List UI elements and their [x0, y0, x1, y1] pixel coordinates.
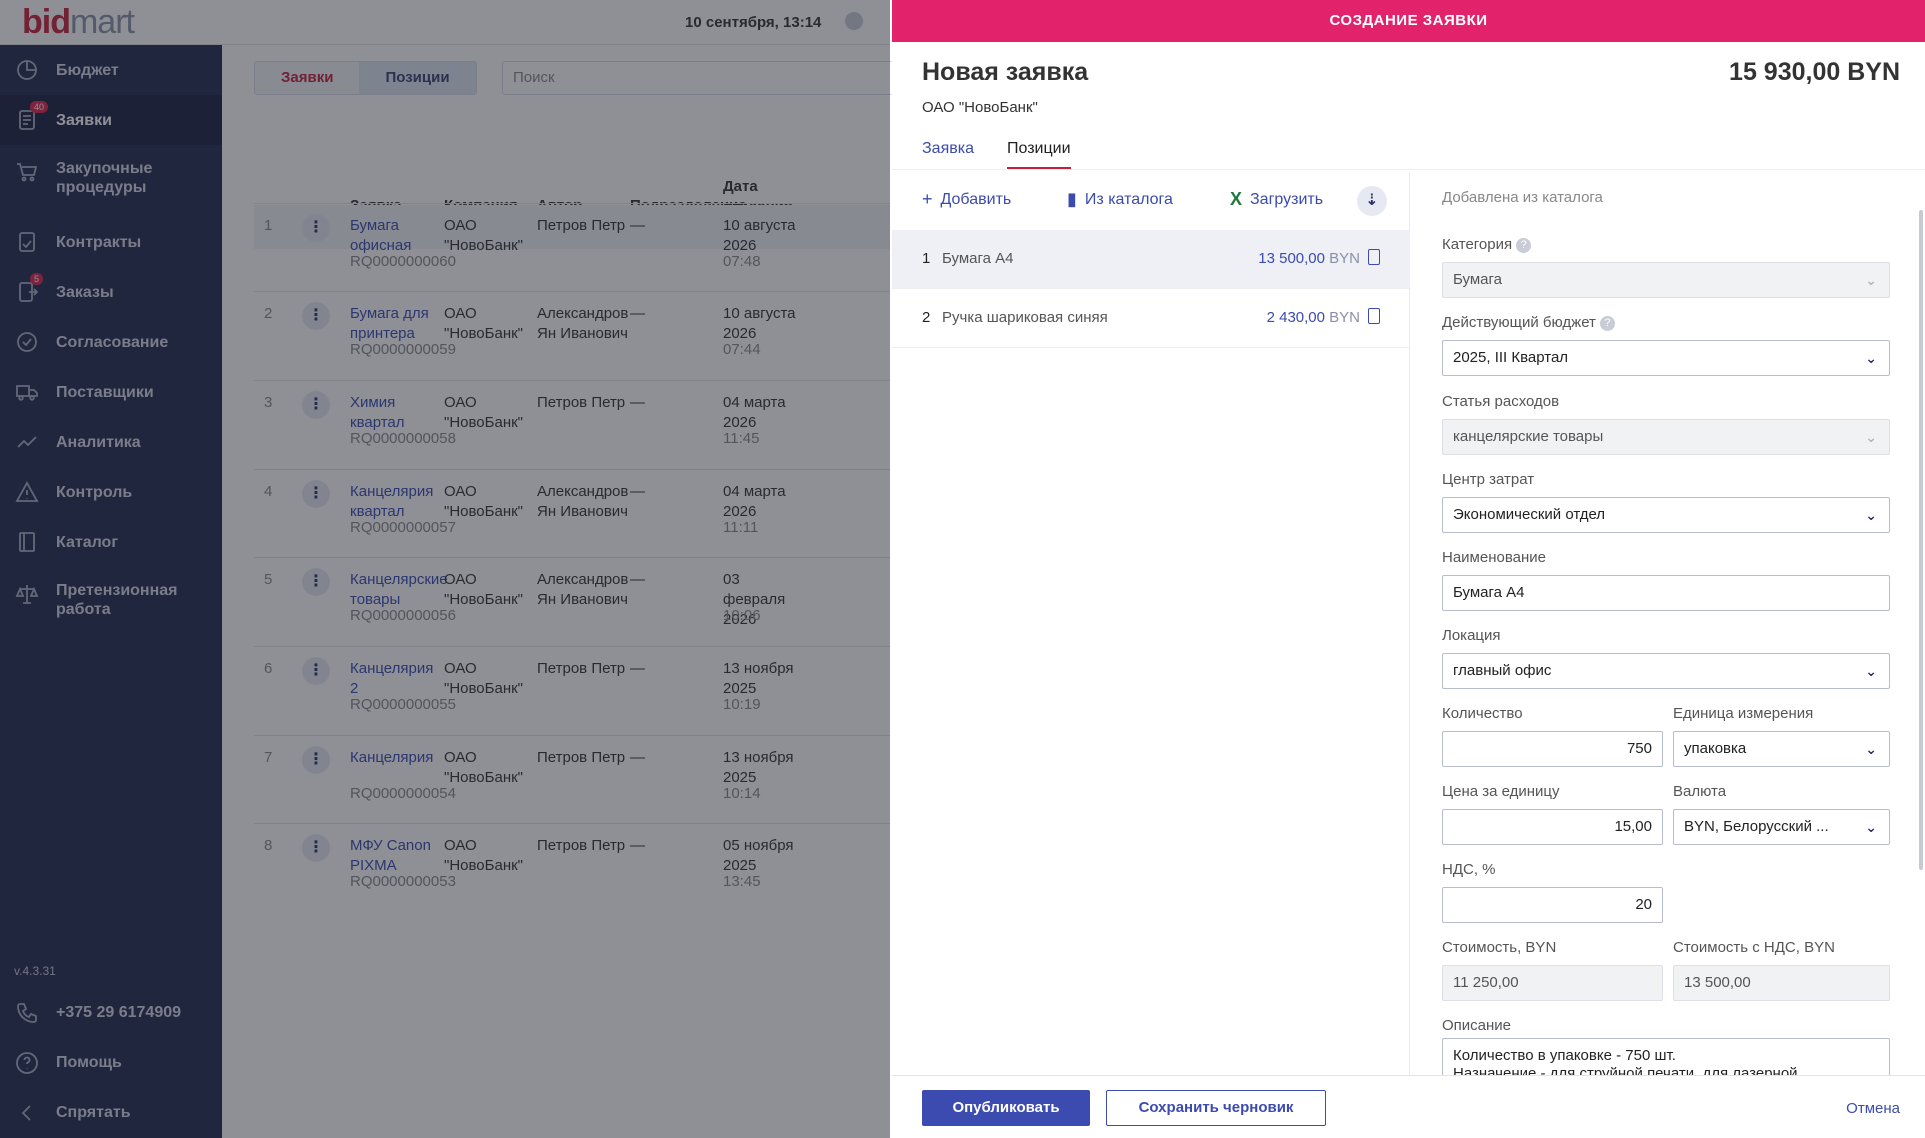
plus-icon: + [922, 189, 933, 209]
expense-select: канцелярские товары ⌄ [1442, 419, 1890, 455]
cost-label: Стоимость, BYN [1442, 939, 1557, 956]
request-title: Новая заявка [922, 58, 1089, 86]
cost-center-label: Центр затрат [1442, 471, 1535, 488]
chevron-down-icon: ⌄ [1865, 663, 1877, 679]
copy-icon[interactable] [1368, 249, 1380, 265]
cost-output: 11 250,00 [1442, 965, 1663, 1001]
budget-select[interactable]: 2025, III Квартал ⌄ [1442, 340, 1890, 376]
cancel-button[interactable]: Отмена [1846, 1100, 1900, 1117]
tab-positions-active[interactable]: Позиции [1007, 140, 1071, 169]
position-item[interactable]: 2 Ручка шариковая синяя 2 430,00 BYN [892, 289, 1410, 348]
drawer-tabs: Заявка Позиции [892, 130, 1925, 170]
chevron-down-icon: ⌄ [1865, 819, 1877, 835]
position-number: 2 [922, 309, 931, 326]
chevron-down-icon: ⌄ [1865, 350, 1877, 366]
price-input[interactable]: 15,00 [1442, 809, 1663, 845]
drawer-footer: Опубликовать Сохранить черновик Отмена [892, 1075, 1925, 1138]
description-textarea[interactable]: Количество в упаковке - 750 шт. Назначен… [1442, 1038, 1890, 1075]
download-icon[interactable]: ⇣ [1357, 186, 1387, 216]
chevron-down-icon: ⌄ [1865, 429, 1877, 445]
publish-button[interactable]: Опубликовать [922, 1090, 1090, 1126]
qty-input[interactable]: 750 [1442, 731, 1663, 767]
request-company: ОАО "НовоБанк" [922, 99, 1038, 116]
copy-icon[interactable] [1368, 308, 1380, 324]
position-form: Добавлена из каталога Категория? Бумага ⌄… [1442, 172, 1902, 1075]
cost-vat-label: Стоимость с НДС, BYN [1673, 939, 1835, 956]
name-label: Наименование [1442, 549, 1546, 566]
positions-panel: + Добавить ▮ Из каталога X Загрузить ⇣ 1 Бум… [892, 172, 1410, 1075]
position-name: Бумага А4 [942, 250, 1014, 267]
vat-label: НДС, % [1442, 861, 1496, 878]
currency-select[interactable]: BYN, Белорусский ... ⌄ [1673, 809, 1890, 845]
cost-vat-output: 13 500,00 [1673, 965, 1890, 1001]
name-input[interactable]: Бумага А4 [1442, 575, 1890, 611]
position-number: 1 [922, 250, 931, 267]
create-request-drawer: СОЗДАНИЕ ЗАЯВКИ Новая заявка 15 930,00 B… [892, 0, 1925, 1138]
location-select[interactable]: главный офис ⌄ [1442, 653, 1890, 689]
category-select: Бумага ⌄ [1442, 262, 1890, 298]
chevron-down-icon: ⌄ [1865, 272, 1877, 288]
upload-button[interactable]: X Загрузить [1230, 189, 1323, 210]
catalog-note: Добавлена из каталога [1442, 189, 1603, 206]
help-icon[interactable]: ? [1599, 316, 1615, 331]
position-value: 2 430,00 BYN [1266, 309, 1360, 326]
drawer-header: СОЗДАНИЕ ЗАЯВКИ [892, 0, 1925, 42]
help-icon[interactable]: ? [1516, 238, 1532, 253]
catalog-icon: ▮ [1067, 189, 1077, 209]
currency-label: Валюта [1673, 783, 1727, 800]
position-value: 13 500,00 BYN [1258, 250, 1360, 267]
modal-overlay[interactable] [0, 0, 890, 1138]
from-catalog-button[interactable]: ▮ Из каталога [1067, 189, 1173, 210]
budget-label: Действующий бюджет? [1442, 314, 1615, 331]
unit-select[interactable]: упаковка ⌄ [1673, 731, 1890, 767]
save-draft-button[interactable]: Сохранить черновик [1106, 1090, 1326, 1126]
position-name: Ручка шариковая синяя [942, 309, 1108, 326]
category-label: Категория? [1442, 236, 1532, 253]
cost-center-select[interactable]: Экономический отдел ⌄ [1442, 497, 1890, 533]
price-label: Цена за единицу [1442, 783, 1560, 800]
vat-input[interactable]: 20 [1442, 887, 1663, 923]
position-item[interactable]: 1 Бумага А4 13 500,00 BYN [892, 230, 1410, 289]
chevron-down-icon: ⌄ [1865, 507, 1877, 523]
positions-toolbar: + Добавить ▮ Из каталога X Загрузить ⇣ [892, 172, 1410, 230]
unit-label: Единица измерения [1673, 705, 1814, 722]
desc-label: Описание [1442, 1017, 1512, 1034]
tab-request[interactable]: Заявка [922, 140, 974, 158]
excel-icon: X [1230, 189, 1243, 209]
add-position-button[interactable]: + Добавить [922, 189, 1011, 210]
request-total: 15 930,00 BYN [1729, 58, 1900, 86]
form-scrollbar[interactable] [1919, 210, 1923, 870]
qty-label: Количество [1442, 705, 1523, 722]
chevron-down-icon: ⌄ [1865, 741, 1877, 757]
location-label: Локация [1442, 627, 1501, 644]
expense-label: Статья расходов [1442, 393, 1560, 410]
